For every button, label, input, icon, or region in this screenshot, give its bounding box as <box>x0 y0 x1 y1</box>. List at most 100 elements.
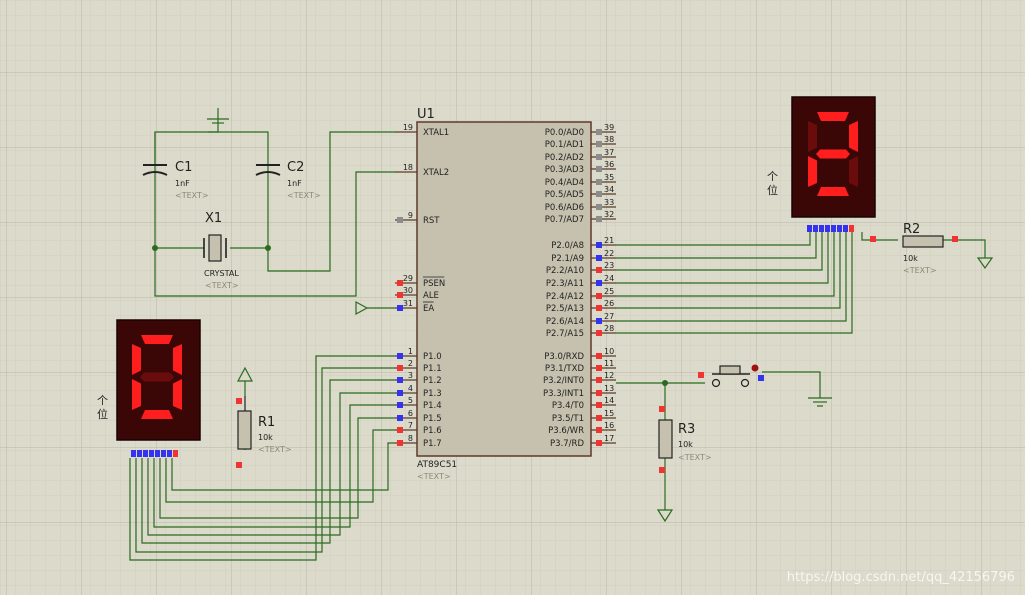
pin-marker <box>659 467 665 473</box>
pin-name: P3.0/RXD <box>544 352 584 362</box>
crystal-body <box>208 234 222 262</box>
display-pin-marker <box>831 225 836 232</box>
resistor-body <box>902 235 944 248</box>
schematic-canvas[interactable]: U1 19 XTAL1 18 XTAL2 9 RST 29 PSEN 30 ALE 31 EA 1 P1.… <box>0 0 1025 595</box>
pin-number: 30 <box>403 286 413 295</box>
display-pin-marker <box>131 450 136 457</box>
segment-b <box>173 344 182 375</box>
pin-number: 14 <box>604 396 614 405</box>
display-pin-marker <box>819 225 824 232</box>
pin-marker <box>397 390 403 396</box>
pin-number: 27 <box>604 312 614 321</box>
segment-d <box>817 187 849 196</box>
pin-number: 35 <box>604 173 614 182</box>
pin-number: 15 <box>604 409 614 418</box>
pin-name: P3.6/WR <box>548 426 584 436</box>
display-pin-marker <box>813 225 818 232</box>
pin-marker <box>659 406 665 412</box>
pin-number: 31 <box>403 299 413 308</box>
pin-marker <box>397 440 403 446</box>
segment-g <box>816 149 850 159</box>
pin-number: 3 <box>408 371 413 380</box>
pin-marker <box>596 415 602 421</box>
pin-marker <box>397 415 403 421</box>
pin-marker <box>596 377 602 383</box>
display-pin-marker <box>173 450 178 457</box>
mcu-ref: U1 <box>417 107 435 122</box>
pin-number: 8 <box>408 434 413 443</box>
display-pin-marker <box>149 450 154 457</box>
pin-marker <box>596 242 602 248</box>
display-pin-marker <box>155 450 160 457</box>
pin-number: 6 <box>408 409 413 418</box>
pin-number: 26 <box>604 299 614 308</box>
pin-marker <box>596 402 602 408</box>
pin-marker <box>596 267 602 273</box>
display-label-2: 位 <box>97 407 108 421</box>
r1-value: 10k <box>258 433 273 442</box>
pin-number: 13 <box>604 384 614 393</box>
pin-name: P1.0 <box>423 352 442 362</box>
pin-name: P2.6/A14 <box>546 317 584 327</box>
pin-marker <box>596 353 602 359</box>
pin-marker <box>596 255 602 261</box>
pin-name: P0.6/AD6 <box>545 203 584 213</box>
resistor-body <box>237 410 252 450</box>
pin-name: P3.2/INT0 <box>543 376 584 386</box>
pin-marker <box>596 154 602 160</box>
c2-ref: C2 <box>287 160 304 175</box>
pin-name: P3.7/RD <box>550 439 584 449</box>
pin-marker <box>596 305 602 311</box>
display-pin-marker <box>825 225 830 232</box>
pin-number: 12 <box>604 371 614 380</box>
pin-name: P2.0/A8 <box>551 241 584 251</box>
display-pin-marker <box>143 450 148 457</box>
pin-name: P2.3/A11 <box>546 279 584 289</box>
pin-marker <box>596 179 602 185</box>
c1-text: <TEXT> <box>175 191 209 200</box>
pin-name: P0.7/AD7 <box>545 215 584 225</box>
pin-number: 21 <box>604 236 614 245</box>
pin-marker <box>596 440 602 446</box>
pin-name: P1.5 <box>423 414 442 424</box>
pin-number: 23 <box>604 261 614 270</box>
pin-number: 4 <box>408 384 413 393</box>
segment-c <box>849 156 858 187</box>
mcu-text-placeholder: <TEXT> <box>417 472 451 481</box>
r3-ref: R3 <box>678 422 695 437</box>
pin-name: P1.4 <box>423 401 442 411</box>
pin-number: 1 <box>408 347 413 356</box>
pin-number: 19 <box>403 123 413 132</box>
mcu-part: AT89C51 <box>417 460 457 470</box>
pin-marker <box>397 377 403 383</box>
segment-e <box>132 379 141 410</box>
pin-marker <box>596 427 602 433</box>
pin-number: 10 <box>604 347 614 356</box>
pin-marker <box>596 204 602 210</box>
display-pin-marker <box>837 225 842 232</box>
pin-number: 24 <box>604 274 614 283</box>
segment-b <box>849 121 858 152</box>
pin-name: P1.2 <box>423 376 442 386</box>
segment-a <box>141 335 173 344</box>
pin-number: 33 <box>604 198 614 207</box>
pin-name: RST <box>423 216 440 226</box>
pin-number: 32 <box>604 210 614 219</box>
x1-text: <TEXT> <box>205 281 239 290</box>
pin-marker <box>952 236 958 242</box>
pin-number: 17 <box>604 434 614 443</box>
pin-marker <box>596 166 602 172</box>
segment-e <box>808 156 817 187</box>
pin-name: P3.1/TXD <box>545 364 585 374</box>
pin-number: 36 <box>604 160 614 169</box>
mcu-chip[interactable]: U1 19 XTAL1 18 XTAL2 9 RST 29 PSEN 30 ALE 31 EA 1 P1.… <box>395 107 616 481</box>
pin-number: 5 <box>408 396 413 405</box>
pin-name: P3.5/T1 <box>552 414 584 424</box>
pin-name: P0.4/AD4 <box>545 178 584 188</box>
pin-number: 25 <box>604 287 614 296</box>
display-pin-marker <box>807 225 812 232</box>
pin-marker <box>596 318 602 324</box>
pin-marker <box>596 216 602 222</box>
pin-number: 7 <box>408 421 413 430</box>
pin-marker <box>236 398 242 404</box>
